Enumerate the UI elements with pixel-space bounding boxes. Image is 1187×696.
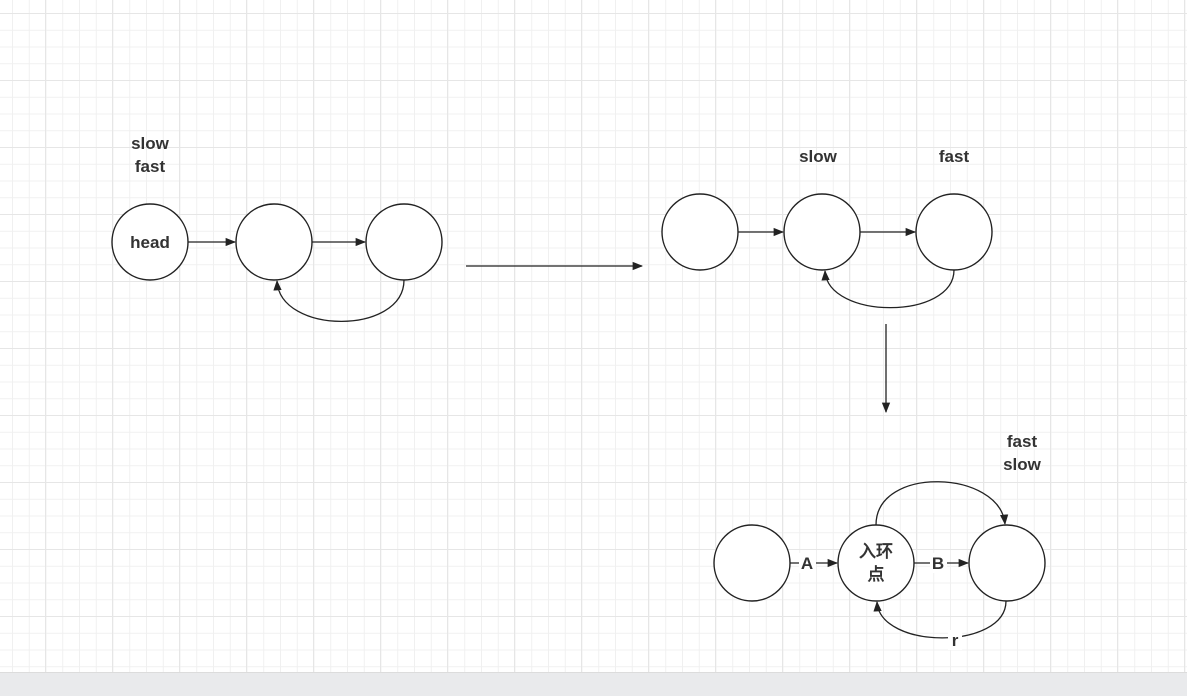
edge-a-label: A: [801, 554, 813, 573]
stage2-fast-label: fast: [939, 147, 970, 166]
stage1-node-3[interactable]: [365, 203, 443, 281]
stage3-slow-label: slow: [1003, 455, 1042, 474]
stage3-loop-r[interactable]: [873, 600, 1007, 639]
entry-node-label-line2: 点: [868, 564, 885, 584]
stage1-fast-label: fast: [135, 157, 166, 176]
edge-r-label: r: [952, 631, 959, 650]
stage2-loop-edge[interactable]: [821, 269, 955, 309]
head-node-label: head: [130, 233, 170, 252]
stage3-node-1[interactable]: [713, 524, 791, 602]
bottom-bar: [0, 672, 1187, 696]
stage2-slow-label: slow: [799, 147, 838, 166]
stage2-node-3[interactable]: [915, 193, 993, 271]
stage1-loop-edge[interactable]: [273, 279, 405, 323]
stage1-slow-label: slow: [131, 134, 170, 153]
meeting-node[interactable]: [968, 524, 1046, 602]
stage1-node-2[interactable]: [235, 203, 313, 281]
diagram: slow fast head slow fast fast slow 入环 点 …: [111, 134, 1046, 650]
stage2-node-1[interactable]: [661, 193, 739, 271]
stage3-top-arc[interactable]: [875, 481, 1009, 526]
edge-b-label: B: [932, 554, 944, 573]
stage3-fast-label: fast: [1007, 432, 1038, 451]
stage2-node-2[interactable]: [783, 193, 861, 271]
entry-node[interactable]: [837, 524, 915, 602]
entry-node-label-line1: 入环: [859, 542, 893, 561]
